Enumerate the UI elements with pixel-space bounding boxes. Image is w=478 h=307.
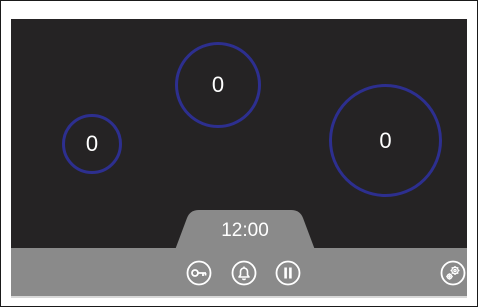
pause-button[interactable] — [275, 260, 301, 286]
zone-medium-power-level: 0 — [211, 72, 225, 97]
zone-large-power-level: 0 — [379, 127, 392, 153]
cooking-zone-medium[interactable]: 0 — [175, 42, 261, 128]
cooking-zone-large[interactable]: 0 — [329, 84, 442, 197]
settings-button[interactable] — [440, 260, 466, 286]
zone-small-power-level: 0 — [85, 131, 99, 156]
lock-button[interactable] — [186, 260, 212, 286]
cooking-zone-small[interactable]: 0 — [62, 114, 122, 174]
cooktop-panel: 0 0 0 12:00 — [11, 19, 467, 298]
alarm-button[interactable] — [231, 260, 257, 286]
pause-icon — [275, 260, 301, 286]
bell-icon — [231, 260, 257, 286]
timer-display[interactable]: 12:00 — [175, 210, 315, 250]
key-icon — [186, 260, 212, 286]
gears-icon — [440, 260, 466, 286]
timer-value: 12:00 — [221, 220, 269, 241]
